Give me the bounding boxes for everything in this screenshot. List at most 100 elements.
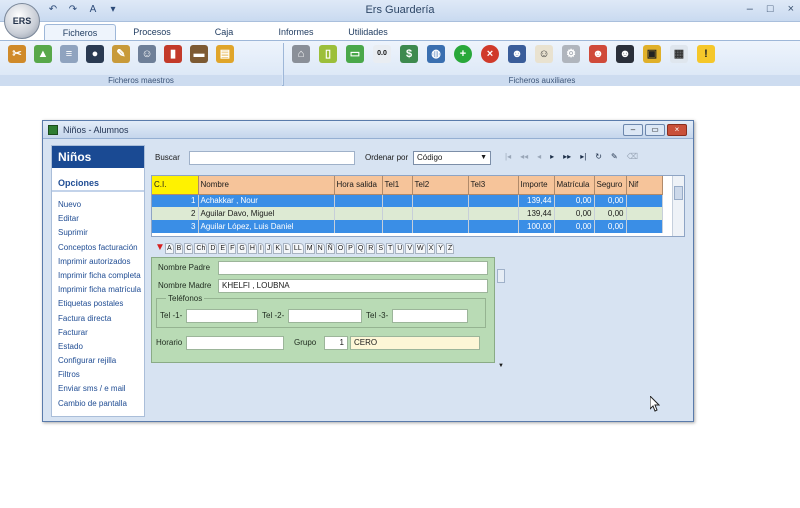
tab-caja[interactable]: Caja [188, 24, 260, 40]
sidebar-item-cambio-pantalla[interactable]: Cambio de pantalla [58, 397, 144, 411]
books-icon[interactable]: ▬ [190, 45, 208, 63]
letter-tab[interactable]: LL [291, 243, 304, 254]
globe-icon[interactable]: ◍ [427, 45, 445, 63]
sidebar-item-nuevo[interactable]: Nuevo [58, 198, 144, 212]
letter-tab[interactable]: Q [355, 243, 366, 254]
letter-tab[interactable]: D [208, 243, 218, 254]
prev-page-icon[interactable]: ◂◂ [520, 152, 528, 161]
table-row[interactable]: 1 Achakkar , Nour 139,44 0,00 0,00 [152, 194, 663, 207]
bottle-icon[interactable]: ▯ [319, 45, 337, 63]
sidebar-item-etiquetas[interactable]: Etiquetas postales [58, 297, 144, 311]
user-icon[interactable]: ☻ [508, 45, 526, 63]
prev-record-icon[interactable]: ◂ [537, 152, 541, 161]
letter-tab[interactable]: R [366, 243, 376, 254]
refresh-icon[interactable]: ↻ [595, 152, 602, 161]
sidebar-item-conceptos[interactable]: Conceptos facturación [58, 241, 144, 255]
calculator-icon[interactable]: ▦ [670, 45, 688, 63]
scrollbar-thumb[interactable] [497, 269, 505, 283]
column-header-tel1[interactable]: Tel1 [382, 176, 413, 195]
letter-tab[interactable]: G [237, 243, 247, 254]
tools-icon[interactable]: ⚙ [562, 45, 580, 63]
letter-tab[interactable]: L [283, 243, 291, 254]
maximize-button[interactable]: □ [767, 3, 774, 15]
letter-tab[interactable]: X [426, 243, 436, 254]
column-header-seguro[interactable]: Seguro [594, 176, 627, 195]
letter-tab[interactable]: U [395, 243, 405, 254]
grid-scrollbar[interactable] [672, 176, 684, 236]
app-orb-button[interactable]: ERS [4, 3, 40, 39]
delete-icon[interactable]: × [481, 45, 499, 63]
letter-tab[interactable]: T [386, 243, 395, 254]
order-select[interactable]: Código ▼ [413, 151, 491, 165]
column-header-importe[interactable]: Importe [518, 176, 555, 195]
document-icon[interactable]: ≡ [60, 45, 78, 63]
tools-icon[interactable]: ✂ [8, 45, 26, 63]
shapes-icon[interactable]: ▲ [34, 45, 52, 63]
tel2-field[interactable] [288, 309, 362, 323]
sidebar-item-factura-directa[interactable]: Factura directa [58, 312, 144, 326]
sidebar-item-imprimir-autorizados[interactable]: Imprimir autorizados [58, 255, 144, 269]
sidebar-item-facturar[interactable]: Facturar [58, 326, 144, 340]
detail-scrollbar[interactable]: ▼ [497, 259, 507, 369]
money-icon[interactable]: $ [400, 45, 418, 63]
column-header-matricula[interactable]: Matrícula [554, 176, 595, 195]
scrollbar-thumb[interactable] [674, 186, 683, 200]
sidebar-item-imprimir-ficha-matricula[interactable]: Imprimir ficha matrícula [58, 283, 144, 297]
bus-icon[interactable]: ▣ [643, 45, 661, 63]
letter-tab[interactable]: F [228, 243, 237, 254]
police-icon[interactable]: ☻ [616, 45, 634, 63]
sidebar-item-editar[interactable]: Editar [58, 212, 144, 226]
minimize-button[interactable]: – [747, 3, 753, 15]
tab-ficheros[interactable]: Ficheros [44, 24, 116, 40]
sidebar-item-enviar-sms[interactable]: Enviar sms / e mail [58, 382, 144, 396]
sidebar-item-configurar-rejilla[interactable]: Configurar rejilla [58, 354, 144, 368]
horario-field[interactable] [186, 336, 284, 350]
letter-tab[interactable]: Ch [194, 243, 208, 254]
letter-tab[interactable]: E [218, 243, 228, 254]
red-book-icon[interactable]: ▮ [164, 45, 182, 63]
window-restore-button[interactable]: ▭ [645, 124, 665, 136]
table-row[interactable]: 2 Aguilar Davo, Miguel 139,44 0,00 0,00 [152, 207, 663, 220]
tab-informes[interactable]: Informes [260, 24, 332, 40]
counter-icon[interactable]: 0.0 [373, 45, 391, 63]
column-header-tel2[interactable]: Tel2 [412, 176, 469, 195]
letter-tab[interactable]: N [315, 243, 325, 254]
grupo-number-field[interactable]: 1 [324, 336, 348, 350]
sick-icon[interactable]: ☻ [589, 45, 607, 63]
next-page-icon[interactable]: ▸▸ [563, 152, 571, 161]
letter-tab[interactable]: S [376, 243, 385, 254]
add-icon[interactable]: + [454, 45, 472, 63]
letter-tab[interactable]: K [273, 243, 283, 254]
next-record-icon[interactable]: ▸ [550, 152, 554, 161]
letter-tab[interactable]: B [174, 243, 184, 254]
edit-icon[interactable]: ✎ [611, 152, 618, 161]
window-close-button[interactable]: × [667, 124, 687, 136]
table-row[interactable]: 3 Aguilar López, Luis Daniel 100,00 0,00… [152, 220, 663, 233]
warning-icon[interactable]: ! [697, 45, 715, 63]
column-header-hora[interactable]: Hora salida [334, 176, 383, 195]
penguin-icon[interactable]: ● [86, 45, 104, 63]
tel1-field[interactable] [186, 309, 258, 323]
column-header-nif[interactable]: Nif [626, 176, 663, 195]
teacher-icon[interactable]: ☺ [138, 45, 156, 63]
pencils-icon[interactable]: ✎ [112, 45, 130, 63]
letter-tab[interactable]: W [415, 243, 426, 254]
letter-tab[interactable]: P [346, 243, 355, 254]
chef-icon[interactable]: ☺ [535, 45, 553, 63]
sidebar-item-suprimir[interactable]: Suprimir [58, 226, 144, 240]
tab-utilidades[interactable]: Utilidades [332, 24, 404, 40]
letter-tab[interactable]: J [264, 243, 273, 254]
nombre-madre-field[interactable]: KHELFI , LOUBNA [218, 279, 488, 293]
scroll-down-icon[interactable]: ▼ [498, 363, 504, 369]
last-record-icon[interactable]: ▸| [580, 152, 586, 161]
tab-procesos[interactable]: Procesos [116, 24, 188, 40]
nombre-padre-field[interactable] [218, 261, 488, 275]
tel3-field[interactable] [392, 309, 468, 323]
sidebar-item-imprimir-ficha-completa[interactable]: Imprimir ficha completa [58, 269, 144, 283]
erase-icon[interactable]: ⌫ [627, 152, 638, 161]
letter-tab[interactable]: A [165, 243, 174, 254]
sidebar-item-estado[interactable]: Estado [58, 340, 144, 354]
bank-icon[interactable]: ⌂ [292, 45, 310, 63]
letter-tab[interactable]: H [247, 243, 257, 254]
column-header-tel3[interactable]: Tel3 [468, 176, 519, 195]
